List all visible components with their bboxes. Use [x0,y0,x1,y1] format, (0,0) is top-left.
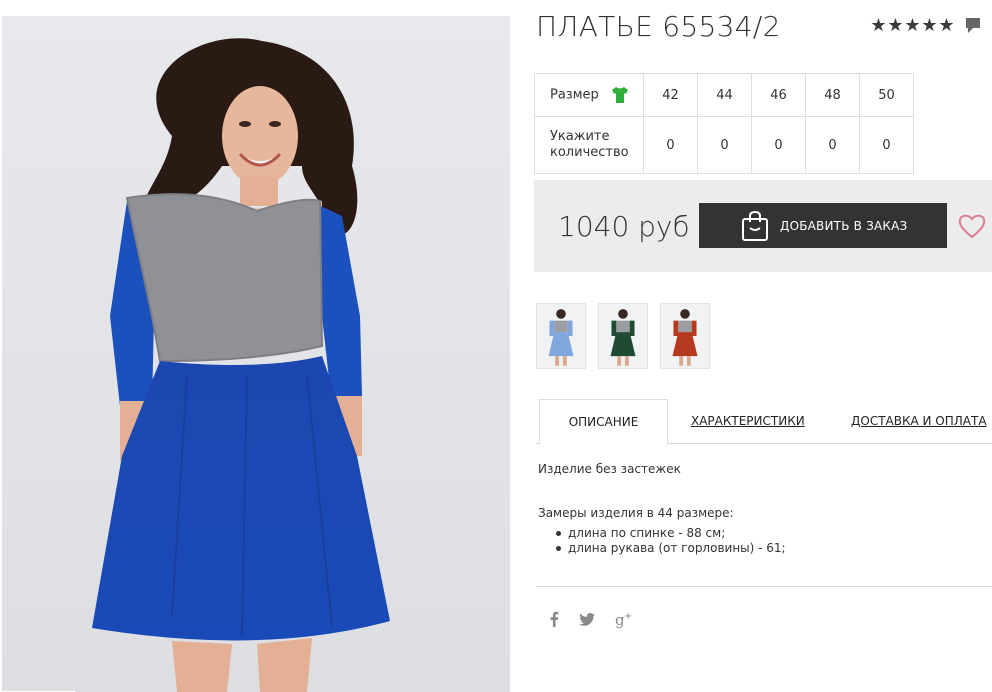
product-price: 1040 руб [558,210,690,243]
thumbnail-image [599,304,647,368]
size-46: 46 [751,73,806,117]
quantity-label-line1: Укажите [550,129,610,144]
size-44: 44 [697,73,752,117]
list-item: длина по спинке - 88 см; [555,526,786,541]
add-to-order-button[interactable]: ДОБАВИТЬ В ЗАКАЗ [699,203,947,248]
rating-stars[interactable]: ★ ★ ★ ★ ★ [870,15,955,37]
thumbnail-image [661,304,709,368]
quantity-label-cell: Укажите количество [534,116,644,174]
heart-icon[interactable] [958,213,986,239]
star-icon[interactable]: ★ [870,15,887,37]
tab-description[interactable]: ОПИСАНИЕ [539,399,668,445]
tab-characteristics[interactable]: ХАРАКТЕРИСТИКИ [691,414,805,428]
thumbnail-green[interactable] [598,303,648,369]
google-plus-icon[interactable]: g + [615,610,633,628]
thumbnail-light-blue[interactable] [536,303,586,369]
star-icon[interactable]: ★ [938,15,955,37]
tab-delivery-payment[interactable]: ДОСТАВКА И ОПЛАТА [851,414,987,428]
svg-text:+: + [624,611,632,622]
facebook-icon[interactable] [549,611,559,627]
shopping-bag-icon [742,210,768,241]
size-label: Размер [550,87,599,103]
quantity-input-50[interactable]: 0 [859,116,914,174]
list-item: длина рукава (от горловины) - 61; [555,541,786,556]
color-thumbnails [536,303,722,369]
quantity-label-line2: количество [550,145,629,160]
add-to-order-label: ДОБАВИТЬ В ЗАКАЗ [780,218,908,233]
measures-list: длина по спинке - 88 см; длина рукава (о… [538,526,786,556]
size-42: 42 [643,73,698,117]
twitter-icon[interactable] [579,612,595,626]
size-50: 50 [859,73,914,117]
measures-title: Замеры изделия в 44 размере: [538,506,734,520]
star-icon[interactable]: ★ [904,15,921,37]
comment-icon[interactable] [965,17,981,35]
product-title: ПЛАТЬЕ 65534/2 [536,10,781,43]
product-main-photo[interactable]: .. [2,16,510,692]
model-in-dress-image [2,16,510,692]
thumbnail-red[interactable] [660,303,710,369]
quantity-row: Укажите количество 0 0 0 0 0 [534,116,914,174]
section-divider [536,586,992,587]
description-panel: Изделие без застежек Замеры изделия в 44… [538,462,786,556]
product-rating[interactable]: ★ ★ ★ ★ ★ [870,15,981,37]
green-shirt-icon[interactable] [611,86,629,104]
star-icon[interactable]: ★ [887,15,904,37]
thumbnail-image [537,304,585,368]
size-label-cell: Размер [534,73,644,117]
quantity-input-42[interactable]: 0 [643,116,698,174]
description-text: Изделие без застежек [538,462,681,476]
size-row: Размер 42 44 46 48 50 [534,73,914,117]
price-panel: 1040 руб ДОБАВИТЬ В ЗАКАЗ [534,180,992,272]
quantity-input-44[interactable]: 0 [697,116,752,174]
size-quantity-table: Размер 42 44 46 48 50 Укажите количество… [534,73,914,174]
quantity-input-46[interactable]: 0 [751,116,806,174]
social-share: g + [549,610,653,628]
quantity-input-48[interactable]: 0 [805,116,860,174]
size-48: 48 [805,73,860,117]
star-icon[interactable]: ★ [921,15,938,37]
